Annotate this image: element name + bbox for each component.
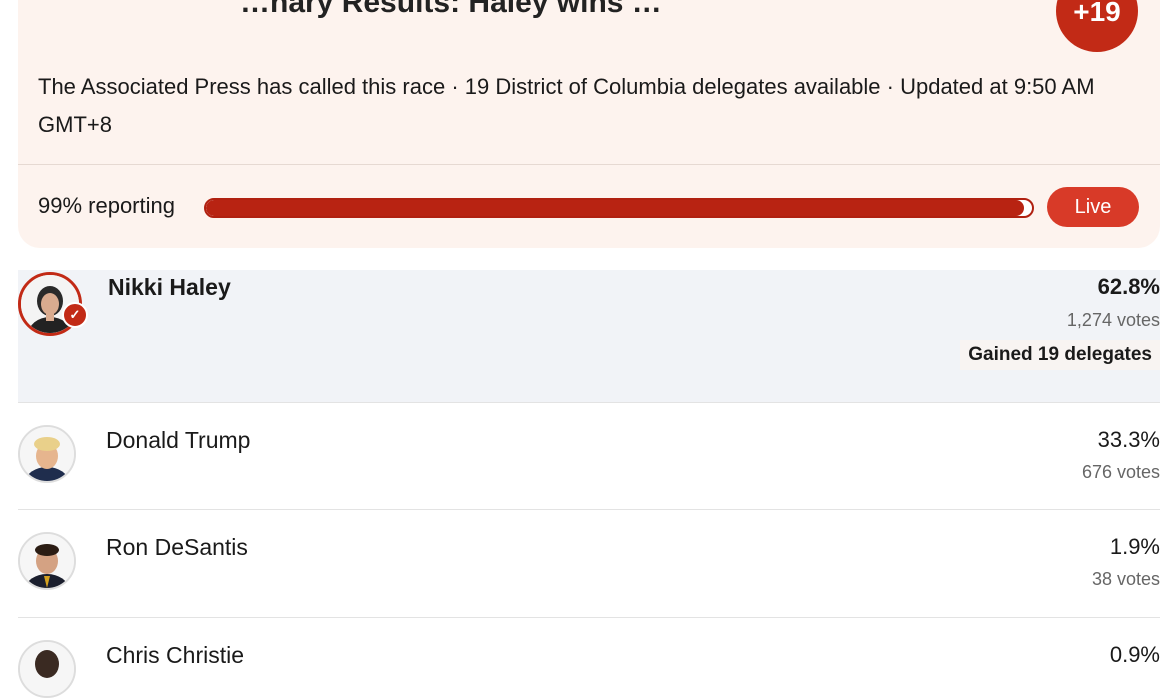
candidate-votes: 38 votes — [1091, 569, 1160, 589]
candidate-avatar — [18, 640, 76, 698]
candidate-name: Nikki Haley — [108, 274, 231, 300]
reporting-progress-bar — [204, 198, 1034, 218]
candidate-row-haley[interactable]: ✓ Nikki Haley 62.8% 1,274 votes Gained 1… — [18, 270, 1160, 402]
row-divider — [18, 509, 1160, 510]
candidate-percent: 33.3% — [1097, 427, 1160, 452]
candidate-percent: 1.9% — [1109, 534, 1160, 559]
race-status-text: The Associated Press has called this rac… — [38, 74, 1095, 137]
candidate-percent: 0.9% — [1109, 642, 1160, 667]
live-button[interactable]: Live — [1047, 187, 1139, 227]
card-divider — [18, 164, 1160, 165]
candidate-avatar — [18, 425, 76, 483]
race-heading: …nary Results: Haley wins … — [240, 0, 662, 19]
candidate-name: Donald Trump — [106, 427, 251, 453]
candidate-percent: 62.8% — [1097, 274, 1160, 299]
candidate-name: Ron DeSantis — [106, 534, 248, 560]
row-divider — [18, 402, 1160, 403]
check-icon: ✓ — [62, 302, 88, 328]
candidate-photo — [20, 534, 74, 588]
row-divider — [18, 617, 1160, 618]
candidate-votes: 676 votes — [1081, 462, 1160, 482]
candidate-row-desantis[interactable]: Ron DeSantis 1.9% 38 votes — [18, 532, 1160, 592]
candidate-photo — [20, 642, 74, 696]
candidate-votes: 1,274 votes — [1066, 310, 1160, 330]
delegates-gained: Gained 19 delegates — [960, 340, 1160, 370]
candidate-row-trump[interactable]: Donald Trump 33.3% 676 votes — [18, 425, 1160, 485]
candidate-row-christie[interactable]: Chris Christie 0.9% — [18, 640, 1160, 698]
candidate-name: Chris Christie — [106, 642, 245, 668]
reporting-progress-fill — [206, 200, 1024, 216]
candidate-photo — [20, 427, 74, 481]
candidate-avatar — [18, 532, 76, 590]
reporting-label: 99% reporting — [38, 193, 175, 218]
